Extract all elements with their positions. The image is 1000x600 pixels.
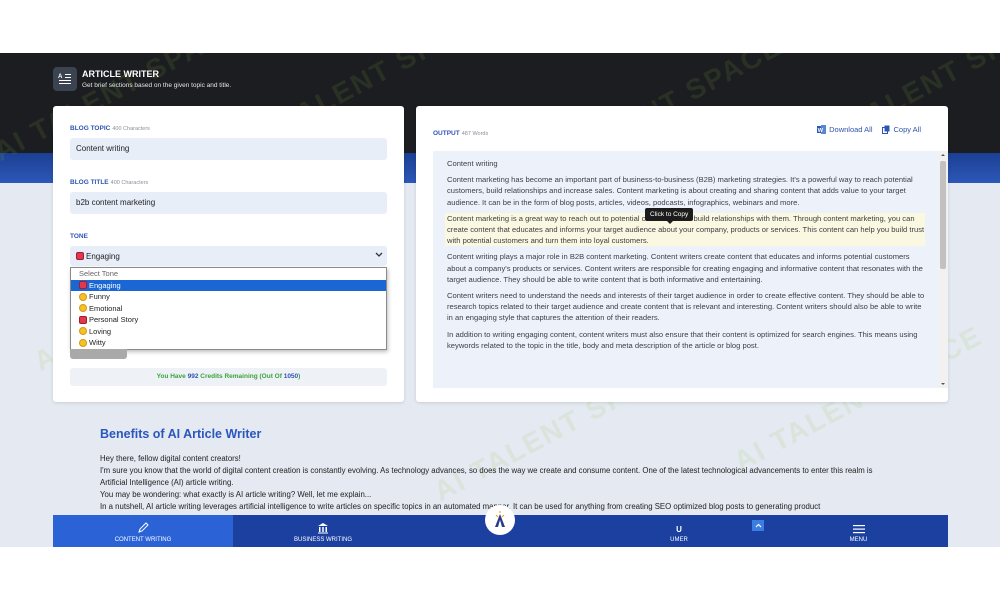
word-doc-icon: W (817, 125, 827, 134)
click-to-copy-tooltip: Click to Copy (645, 208, 694, 224)
credits-middle: Credits Remaining (Out Of (200, 373, 282, 380)
tone-option-personal-story[interactable]: Personal Story (71, 314, 386, 326)
bottom-nav: CONTENT WRITING BUSINESS WRITING U UMER … (53, 505, 948, 547)
blog-topic-hint: 400 Characters (112, 126, 150, 132)
output-label: OUTPUT 487 Words (433, 130, 488, 137)
page-title: ARTICLE WRITER (82, 69, 159, 79)
article-writer-icon: A (53, 67, 77, 91)
nav-content-writing[interactable]: CONTENT WRITING (53, 515, 233, 547)
engaging-emoji-icon (76, 252, 84, 260)
bank-icon (318, 523, 328, 534)
chevron-up-icon (755, 523, 761, 528)
logo-icon (495, 511, 505, 527)
nav-user[interactable]: U UMER (589, 515, 769, 547)
copy-all-button[interactable]: Copy All (882, 125, 921, 134)
output-paragraph[interactable]: Content writing (447, 158, 925, 169)
nav-user-label: UMER (670, 537, 688, 543)
engaging-emoji-icon (79, 281, 87, 290)
output-paragraph[interactable]: In addition to writing engaging content,… (447, 329, 925, 351)
scrollbar-thumb[interactable] (940, 161, 946, 269)
copy-all-label: Copy All (893, 125, 921, 134)
tone-option-label: Engaging (89, 280, 121, 290)
nav-business-writing[interactable]: BUSINESS WRITING (233, 515, 413, 547)
tone-selected-value: Engaging (86, 251, 120, 261)
witty-emoji-icon (79, 338, 87, 347)
app-stage: AI TALENT SPACE AI TALENT SPACE AI TALEN… (0, 53, 1000, 547)
svg-text:W: W (818, 128, 824, 134)
download-all-button[interactable]: W Download All (817, 125, 872, 134)
tone-option-loving[interactable]: Loving (71, 326, 386, 338)
output-card: OUTPUT 487 Words W Download All Copy All … (416, 106, 948, 402)
blog-topic-label-text: BLOG TOPIC (70, 125, 111, 132)
copy-icon (882, 125, 890, 134)
blog-title-input[interactable]: b2b content marketing (70, 192, 387, 214)
user-initial-avatar: U (676, 525, 682, 534)
hamburger-menu-icon (852, 525, 865, 534)
output-label-text: OUTPUT (433, 130, 460, 137)
benefits-line: Hey there, fellow digital content creato… (100, 454, 241, 463)
blog-topic-input[interactable]: Content writing (70, 138, 387, 160)
pen-icon (138, 522, 149, 533)
output-actions: W Download All Copy All (807, 125, 921, 134)
output-paragraph[interactable]: Content writers need to understand the n… (447, 290, 925, 324)
output-text-area[interactable]: Content writing Content marketing has be… (433, 151, 948, 388)
loving-emoji-icon (79, 327, 87, 336)
scroll-down-icon[interactable] (938, 380, 948, 388)
tone-option-witty[interactable]: Witty (71, 337, 386, 349)
laughing-emoji-icon (79, 292, 87, 301)
tone-select[interactable]: Engaging (70, 246, 387, 266)
tone-option-label: Personal Story (89, 315, 139, 324)
svg-text:A: A (58, 74, 63, 80)
blog-title-label: BLOG TITLE 400 Characters (70, 179, 148, 186)
app-logo[interactable] (485, 505, 515, 535)
tone-option-label: Emotional (89, 303, 123, 313)
benefits-section: Benefits of AI Article Writer Hey there,… (100, 427, 900, 513)
nav-menu[interactable]: MENU (769, 515, 948, 547)
tone-option-engaging[interactable]: Engaging (71, 279, 386, 291)
tone-label: TONE (70, 233, 88, 240)
output-text: Content writing Content marketing has be… (433, 151, 938, 356)
nav-menu-label: MENU (849, 537, 868, 543)
input-card: BLOG TOPIC 400 Characters Content writing… (53, 106, 404, 402)
tone-option-label: Witty (89, 338, 106, 347)
output-paragraph[interactable]: Content marketing has become an importan… (447, 174, 925, 208)
tone-option-placeholder[interactable]: Select Tone (71, 268, 386, 280)
tone-option-label: Funny (89, 292, 110, 301)
blog-title-hint: 400 Characters (110, 180, 149, 186)
emotional-emoji-icon (79, 304, 87, 313)
blog-topic-label: BLOG TOPIC 400 Characters (70, 125, 150, 132)
tone-option-funny[interactable]: Funny (71, 291, 386, 303)
benefits-line: You may be wondering: what exactly is AI… (100, 490, 372, 499)
credits-total: 1050 (283, 373, 299, 380)
tone-option-emotional[interactable]: Emotional (71, 303, 386, 315)
benefits-line: I'm sure you know that the world of digi… (100, 466, 873, 487)
tone-dropdown-list: Select Tone Engaging Funny Emotional Per… (70, 267, 387, 350)
output-paragraph[interactable]: Content writing plays a major role in B2… (447, 251, 925, 285)
download-all-label: Download All (829, 125, 873, 134)
page-header: A ARTICLE WRITER Get brief sections base… (53, 67, 231, 91)
personal-story-emoji-icon (79, 315, 87, 324)
scroll-to-top-button[interactable] (752, 520, 764, 531)
blog-title-label-text: BLOG TITLE (70, 179, 109, 186)
tone-option-label: Loving (89, 326, 112, 336)
output-scrollbar[interactable] (938, 151, 948, 388)
nav-content-writing-label: CONTENT WRITING (114, 537, 172, 543)
benefits-title: Benefits of AI Article Writer (100, 427, 262, 441)
credits-count: 992 (187, 373, 199, 380)
output-word-count: 487 Words (461, 131, 489, 137)
page-subtitle: Get brief sections based on the given to… (82, 82, 232, 89)
chevron-down-icon (375, 252, 383, 257)
credits-suffix: ) (298, 373, 301, 380)
credits-prefix: You Have (156, 373, 186, 380)
generate-button[interactable] (70, 349, 127, 359)
scroll-up-icon[interactable] (938, 151, 948, 159)
nav-business-writing-label: BUSINESS WRITING (293, 537, 352, 543)
credits-remaining: You Have 992 Credits Remaining (Out Of 1… (70, 368, 387, 386)
